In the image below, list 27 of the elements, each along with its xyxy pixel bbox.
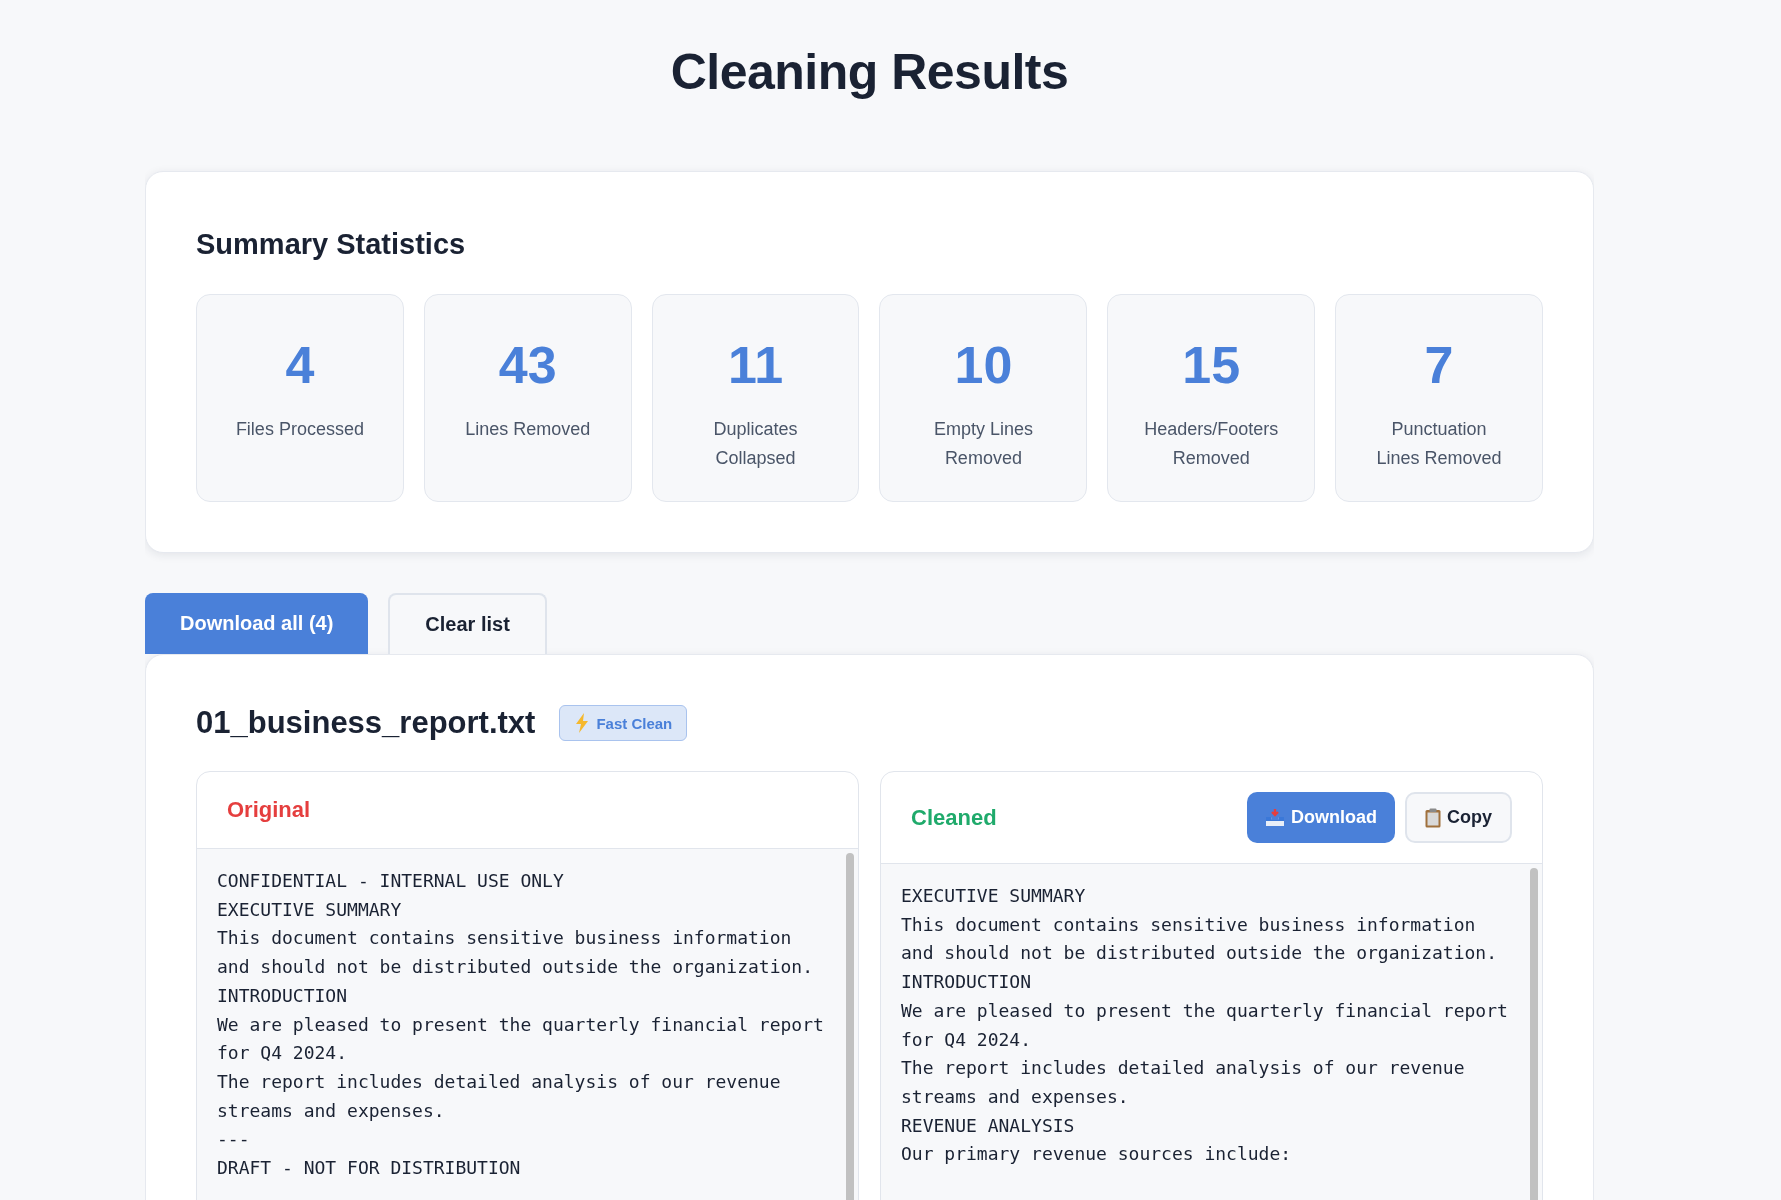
section-title: Summary Statistics [196,227,467,262]
download-button[interactable]: Download [1247,792,1395,843]
clear-list-button[interactable]: Clear list [388,593,547,654]
stat-label: Empty Lines Removed [932,418,1034,470]
inbox-tray-icon [1265,808,1285,827]
mode-badge: Fast Clean [559,705,688,741]
page-title: Cleaning Results [669,43,1070,102]
stat-value: 7 [1423,335,1455,395]
file-name: 01_business_report.txt [196,705,536,741]
stat-label: Files Processed [234,418,365,441]
stat-label: Lines Removed [464,418,592,441]
copy-button[interactable]: Copy [1405,792,1512,843]
stat-value: 15 [1181,335,1242,395]
panel-title: Original [227,797,311,823]
lightning-icon [574,713,591,733]
stat-label: Duplicates Collapsed [712,418,799,470]
panel-title: Cleaned [911,804,997,831]
file-text: EXECUTIVE SUMMARY This document contains sensitive business information and should not be distributed outside the organization. INTRODUCTION We are pleased to present the quarterly financial report for Q4 2024. The report includes detailed analysis of our revenue streams and expenses. REVENUE ANALYSIS Our primary revenue sources include: [900,884,1509,1167]
file-text: CONFIDENTIAL - INTERNAL USE ONLY EXECUTIVE SUMMARY This document contains sensitive business information and should not be distributed outside the organization. INTRODUCTION We are pleased to present the quarterly financial report for Q4 2024. The report includes detailed analysis of our revenue streams and expenses. --- DRAFT - NOT FOR DISTRIBUTION [216,869,825,1181]
stat-value: 11 [727,335,785,395]
stat-value: 10 [953,335,1014,395]
stat-value: 43 [497,335,558,395]
stat-label: Headers/Footers Removed [1143,418,1280,470]
stat-value: 4 [284,335,316,395]
stat-label: Punctuation Lines Removed [1375,418,1503,470]
clipboard-icon [1425,807,1441,828]
download-all-button[interactable]: Download all (4) [145,593,369,654]
